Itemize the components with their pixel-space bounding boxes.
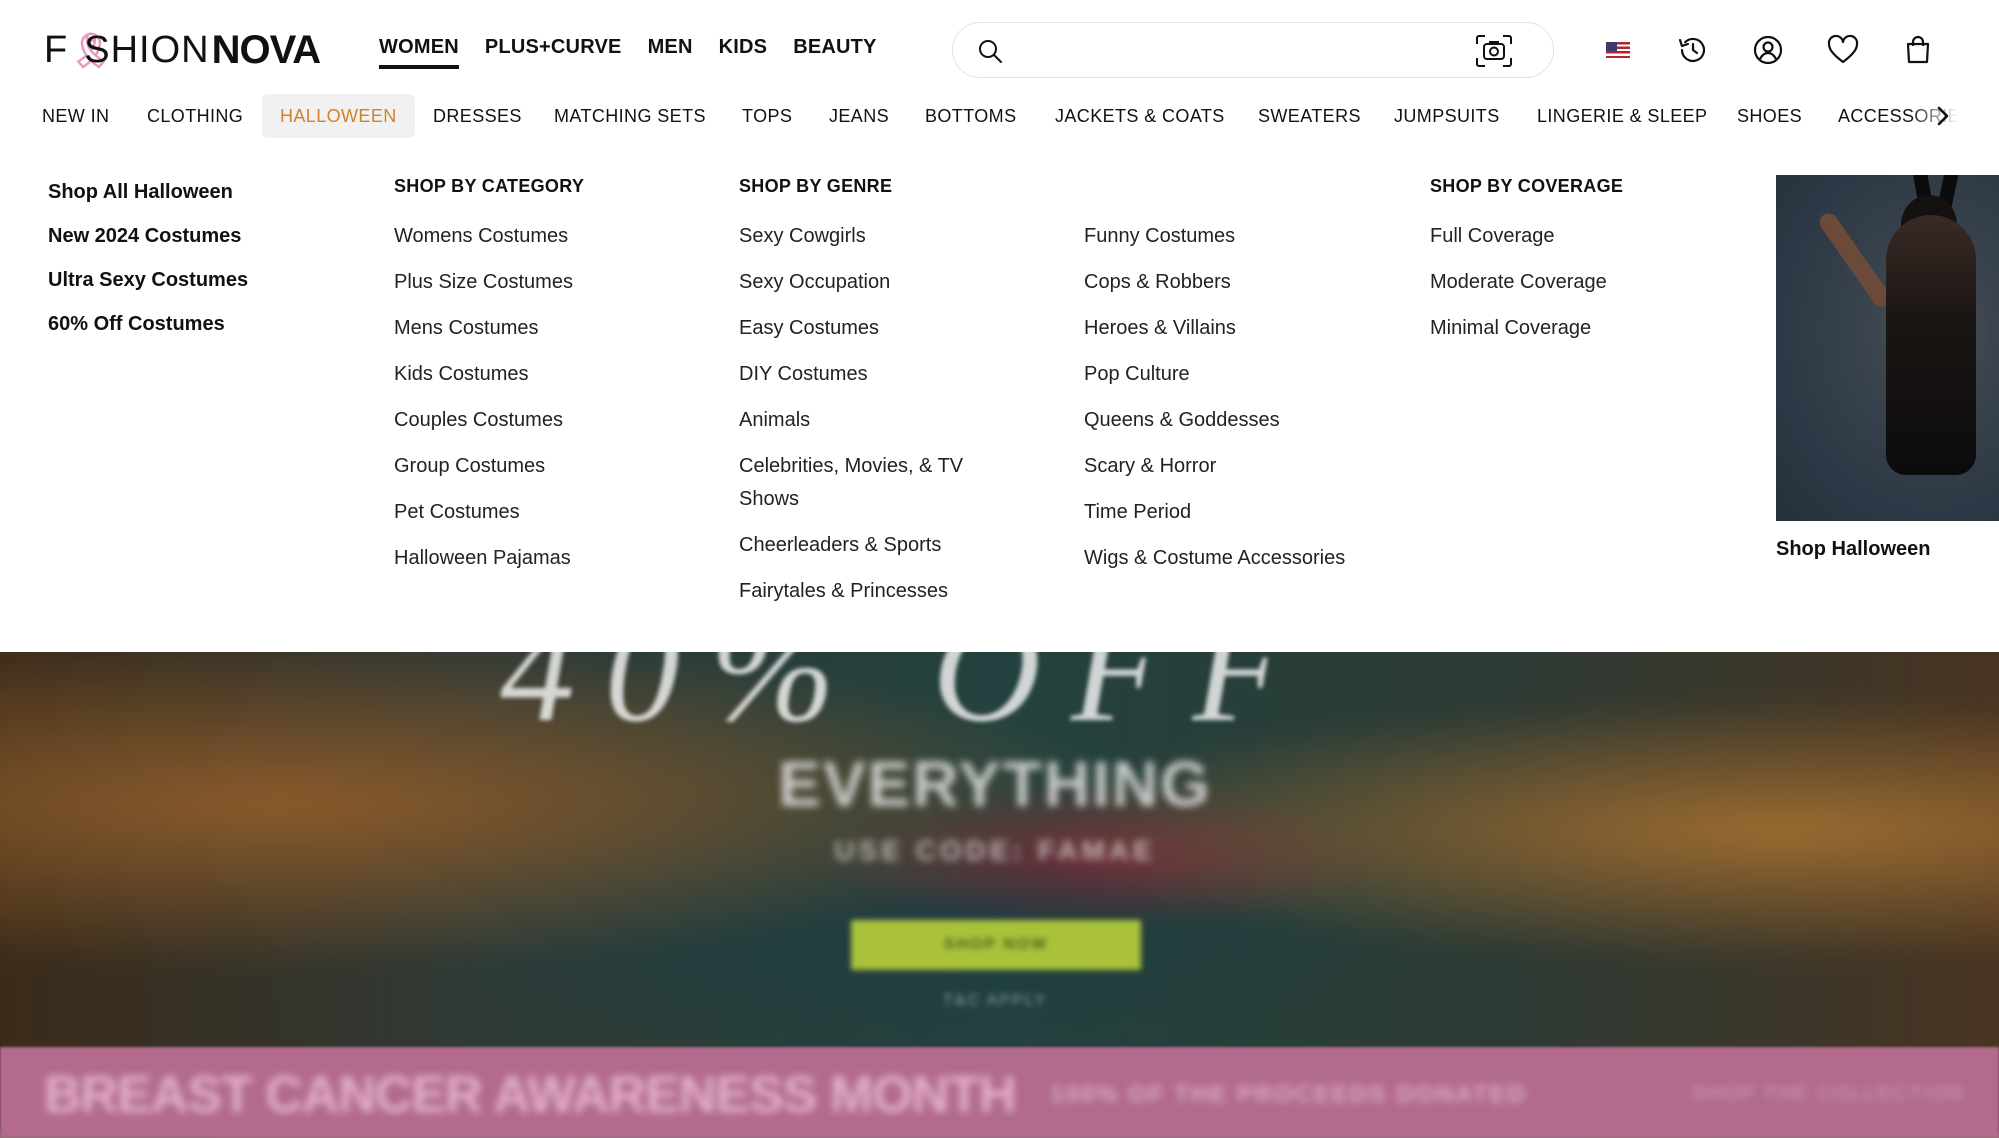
search-bar: [952, 22, 1554, 78]
nav-beauty[interactable]: BEAUTY: [793, 36, 876, 69]
link-queens-goddesses[interactable]: Queens & Goddesses: [1084, 404, 1404, 437]
link-pet-costumes[interactable]: Pet Costumes: [394, 496, 694, 529]
link-halloween-pajamas[interactable]: Halloween Pajamas: [394, 542, 694, 575]
link-60-off-costumes[interactable]: 60% Off Costumes: [48, 308, 348, 341]
cat-clothing[interactable]: CLOTHING: [147, 94, 243, 138]
wishlist[interactable]: [1825, 32, 1861, 68]
link-shop-all-halloween[interactable]: Shop All Halloween: [48, 176, 348, 209]
header-icons: [1600, 32, 1975, 68]
cat-sweaters[interactable]: SWEATERS: [1258, 94, 1361, 138]
link-plus-size-costumes[interactable]: Plus Size Costumes: [394, 266, 694, 299]
link-scary-horror[interactable]: Scary & Horror: [1084, 450, 1404, 483]
shop-halloween-link[interactable]: Shop Halloween: [1776, 538, 1930, 561]
hero-shop-now-button[interactable]: SHOP NOW: [851, 920, 1141, 970]
gender-nav: WOMEN PLUS+CURVE MEN KIDS BEAUTY: [379, 36, 877, 69]
link-pop-culture[interactable]: Pop Culture: [1084, 358, 1404, 391]
hero-banner: 40% OFF EVERYTHING USE CODE: FAMAE SHOP …: [0, 652, 1999, 1138]
shop-by-genre-heading: SHOP BY GENRE: [739, 176, 893, 196]
link-womens-costumes[interactable]: Womens Costumes: [394, 220, 694, 253]
link-easy-costumes[interactable]: Easy Costumes: [739, 312, 999, 345]
cat-matching-sets[interactable]: MATCHING SETS: [554, 94, 706, 138]
cat-shoes[interactable]: SHOES: [1737, 94, 1802, 138]
link-diy-costumes[interactable]: DIY Costumes: [739, 358, 999, 391]
band-link[interactable]: SHOP THE COLLECTION: [1692, 1083, 1965, 1106]
cat-new-in[interactable]: NEW IN: [42, 94, 109, 138]
link-wigs-costume-accessories[interactable]: Wigs & Costume Accessories: [1084, 542, 1404, 575]
link-new-2024-costumes[interactable]: New 2024 Costumes: [48, 220, 348, 253]
camera-search-icon[interactable]: [1475, 34, 1513, 68]
cat-tops[interactable]: TOPS: [742, 94, 792, 138]
promo-figure-arm: [1816, 209, 1894, 311]
link-funny-costumes[interactable]: Funny Costumes: [1084, 220, 1404, 253]
link-animals[interactable]: Animals: [739, 404, 999, 437]
link-cheerleaders-sports[interactable]: Cheerleaders & Sports: [739, 529, 999, 562]
hero-code: USE CODE: FAMAE: [834, 835, 1156, 866]
logo-wordmark-right: NOVA: [211, 27, 322, 72]
us-flag-icon: [1606, 42, 1630, 58]
hero-terms: T&C APPLY: [943, 992, 1047, 1009]
account[interactable]: [1750, 32, 1786, 68]
hero-headline: 40% OFF: [500, 652, 1315, 753]
link-cops-robbers[interactable]: Cops & Robbers: [1084, 266, 1404, 299]
shop-by-coverage-heading: SHOP BY COVERAGE: [1430, 176, 1624, 196]
nav-plus-curve[interactable]: PLUS+CURVE: [485, 36, 622, 69]
shop-by-category-heading: SHOP BY CATEGORY: [394, 176, 585, 196]
shopping-bag[interactable]: [1900, 32, 1936, 68]
link-mens-costumes[interactable]: Mens Costumes: [394, 312, 694, 345]
link-sexy-cowgirls[interactable]: Sexy Cowgirls: [739, 220, 999, 253]
halloween-mega-menu: Shop All Halloween New 2024 Costumes Ult…: [0, 138, 1999, 652]
band-title: BREAST CANCER AWARENESS MONTH: [44, 1066, 1017, 1124]
history-icon: [1678, 37, 1706, 63]
link-sexy-occupation[interactable]: Sexy Occupation: [739, 266, 999, 299]
link-kids-costumes[interactable]: Kids Costumes: [394, 358, 694, 391]
heart-icon: [1827, 34, 1859, 64]
nav-women[interactable]: WOMEN: [379, 36, 459, 69]
link-ultra-sexy-costumes[interactable]: Ultra Sexy Costumes: [48, 264, 348, 297]
cat-lingerie-sleep[interactable]: LINGERIE & SLEEP: [1537, 94, 1707, 138]
cat-jeans[interactable]: JEANS: [829, 94, 889, 138]
link-time-period[interactable]: Time Period: [1084, 496, 1404, 529]
link-group-costumes[interactable]: Group Costumes: [394, 450, 694, 483]
chevron-right-icon[interactable]: [1931, 104, 1955, 128]
cat-dresses[interactable]: DRESSES: [433, 94, 522, 138]
logo-wordmark-left: F🎗︎SHION: [44, 28, 210, 71]
link-fairytales-princesses[interactable]: Fairytales & Princesses: [739, 575, 999, 608]
nav-men[interactable]: MEN: [648, 36, 693, 69]
cat-halloween[interactable]: HALLOWEEN: [262, 94, 415, 138]
link-couples-costumes[interactable]: Couples Costumes: [394, 404, 694, 437]
nav-kids[interactable]: KIDS: [719, 36, 768, 69]
recently-viewed[interactable]: [1675, 32, 1711, 68]
hero-button-label: SHOP NOW: [943, 936, 1049, 953]
cat-bottoms[interactable]: BOTTOMS: [925, 94, 1016, 138]
link-celebrities-movies-tv[interactable]: Celebrities, Movies, & TV Shows: [739, 450, 999, 516]
link-full-coverage[interactable]: Full Coverage: [1430, 220, 1730, 253]
search-icon[interactable]: [977, 38, 1003, 64]
pink-ribbon-icon: 🎗︎: [69, 31, 114, 70]
search-input[interactable]: [1015, 33, 1435, 67]
hero-subhead: EVERYTHING: [778, 748, 1212, 820]
promo-image[interactable]: [1776, 175, 1999, 521]
cat-jumpsuits[interactable]: JUMPSUITS: [1394, 94, 1500, 138]
user-icon: [1753, 35, 1783, 65]
promo-figure-body: [1886, 215, 1976, 475]
link-moderate-coverage[interactable]: Moderate Coverage: [1430, 266, 1730, 299]
category-nav: NEW IN CLOTHING HALLOWEEN DRESSES MATCHI…: [0, 94, 1999, 138]
header: F🎗︎SHION NOVA WOMEN PLUS+CURVE MEN KIDS B…: [0, 0, 1999, 100]
link-heroes-villains[interactable]: Heroes & Villains: [1084, 312, 1404, 345]
awareness-band: BREAST CANCER AWARENESS MONTH 100% OF TH…: [0, 1047, 1999, 1138]
bag-icon: [1906, 35, 1930, 64]
link-minimal-coverage[interactable]: Minimal Coverage: [1430, 312, 1730, 345]
band-subtitle: 100% OF THE PROCEEDS DONATED: [1050, 1081, 1527, 1108]
cat-jackets-coats[interactable]: JACKETS & COATS: [1055, 94, 1225, 138]
country-selector[interactable]: [1600, 32, 1636, 68]
fashion-nova-logo[interactable]: F🎗︎SHION NOVA: [44, 27, 322, 72]
